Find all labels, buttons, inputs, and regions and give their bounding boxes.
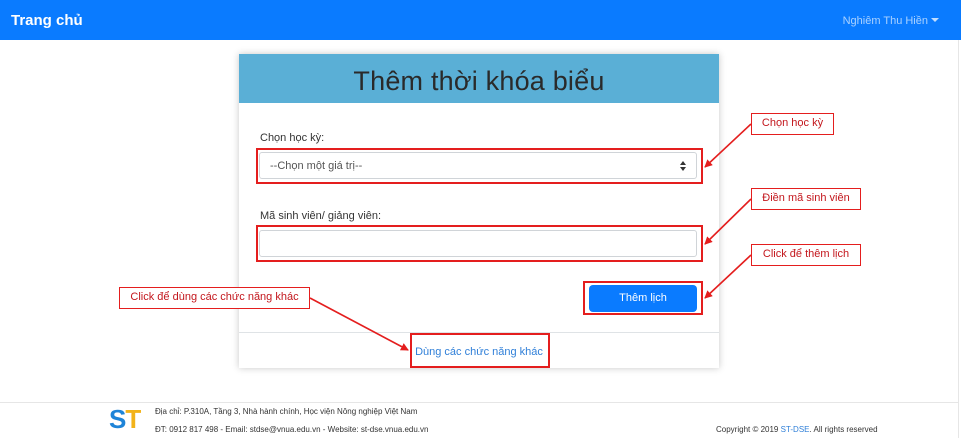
student-id-label: Mã sinh viên/ giảng viên:: [260, 210, 382, 222]
user-menu[interactable]: Nghiêm Thu Hiền: [843, 15, 939, 27]
footer-divider: [0, 402, 958, 403]
button-highlight-box: [583, 281, 703, 315]
footer-contact: ĐT: 0912 817 498 - Email: stdse@vnua.edu…: [155, 425, 429, 434]
copyright-link[interactable]: ST-DSE: [781, 425, 810, 434]
logo-letter-t: T: [125, 404, 141, 434]
page-title: Thêm thời khóa biểu: [353, 66, 605, 96]
link-callout: Click để dùng các chức năng khác: [119, 287, 310, 309]
page: Trang chủ Nghiêm Thu Hiền Thêm thời khóa…: [0, 0, 961, 438]
home-link[interactable]: Trang chủ: [11, 12, 83, 29]
user-name: Nghiêm Thu Hiền: [842, 15, 928, 27]
footer-address: Địa chỉ: P.310A, Tầng 3, Nhà hành chính,…: [155, 407, 418, 416]
semester-callout: Chọn học kỳ: [751, 113, 834, 135]
st-logo: ST: [109, 404, 141, 435]
caret-down-icon: [931, 18, 939, 22]
add-timetable-card: Thêm thời khóa biểu Chọn học kỳ: --Chọn …: [239, 54, 719, 368]
card-header: Thêm thời khóa biểu: [239, 54, 719, 103]
submit-callout: Click để thêm lịch: [751, 244, 861, 266]
copyright-suffix: . All rights reserved: [809, 425, 878, 434]
page-edge-divider: [958, 40, 959, 438]
copyright-prefix: Copyright © 2019: [716, 425, 779, 434]
semester-label: Chọn học kỳ:: [260, 132, 325, 144]
student-id-highlight-box: [256, 225, 703, 262]
footer-copyright: Copyright © 2019 ST-DSE. All rights rese…: [716, 425, 878, 434]
student-id-callout: Điền mã sinh viên: [751, 188, 861, 210]
logo-letter-s: S: [109, 404, 126, 434]
top-navbar: Trang chủ Nghiêm Thu Hiền: [0, 0, 961, 40]
semester-highlight-box: [256, 148, 703, 184]
link-highlight-box: [410, 333, 550, 368]
